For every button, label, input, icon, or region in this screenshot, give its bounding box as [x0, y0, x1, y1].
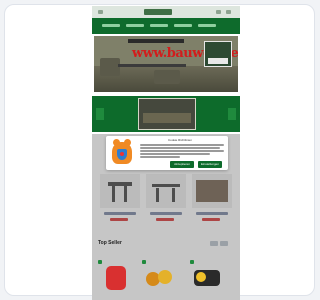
cookie-dialog-title: Cookie Richtlinien	[168, 138, 193, 142]
main-navigation	[92, 18, 240, 34]
cart-icon[interactable]	[226, 10, 231, 14]
in-stock-icon	[142, 260, 146, 264]
backpack-image	[106, 266, 126, 290]
in-stock-icon	[190, 260, 194, 264]
mobile-page-preview[interactable]: www.bauwos.de Top Seller Cookie Richtlin…	[92, 6, 240, 300]
search-icon[interactable]	[216, 10, 221, 14]
banner-product-image	[154, 70, 180, 84]
cookie-text-line	[140, 144, 224, 146]
nav-item[interactable]	[150, 24, 168, 27]
banner-tagline	[128, 39, 184, 43]
cookie-settings-button[interactable]: Einstellungen	[198, 161, 222, 168]
nav-item[interactable]	[198, 24, 216, 27]
site-logo[interactable]	[144, 9, 172, 15]
carousel-next-icon[interactable]	[228, 108, 236, 120]
cookie-consent-dialog: Cookie Richtlinien Akzeptieren Einstellu…	[106, 136, 228, 170]
pager-next-button[interactable]	[220, 241, 228, 246]
nav-item[interactable]	[174, 24, 192, 27]
nav-item[interactable]	[102, 24, 120, 27]
top-seller-item[interactable]	[100, 262, 132, 292]
top-seller-item[interactable]	[144, 262, 176, 292]
cookie-text-line	[140, 150, 224, 152]
cookie-text-line	[140, 147, 220, 149]
cookie-mascot-icon	[110, 138, 134, 168]
banner-subline	[118, 64, 186, 67]
promo-image	[138, 98, 196, 130]
nav-item[interactable]	[126, 24, 144, 27]
hero-banner[interactable]: www.bauwos.de	[94, 36, 238, 92]
promo-strip[interactable]	[92, 96, 240, 132]
top-seller-item[interactable]	[192, 262, 224, 292]
tape-image	[158, 270, 172, 284]
in-stock-icon	[98, 260, 102, 264]
cookie-accept-button[interactable]: Akzeptieren	[170, 161, 194, 168]
cookie-text-line	[140, 153, 210, 155]
carousel-prev-icon[interactable]	[96, 108, 104, 120]
top-sellers-heading: Top Seller	[98, 240, 122, 246]
cookie-text-line	[140, 156, 180, 158]
site-header	[92, 6, 240, 18]
menu-icon[interactable]	[98, 10, 103, 14]
banner-product-image	[100, 58, 120, 76]
pager-prev-button[interactable]	[210, 241, 218, 246]
banner-logo-badge	[204, 41, 232, 67]
